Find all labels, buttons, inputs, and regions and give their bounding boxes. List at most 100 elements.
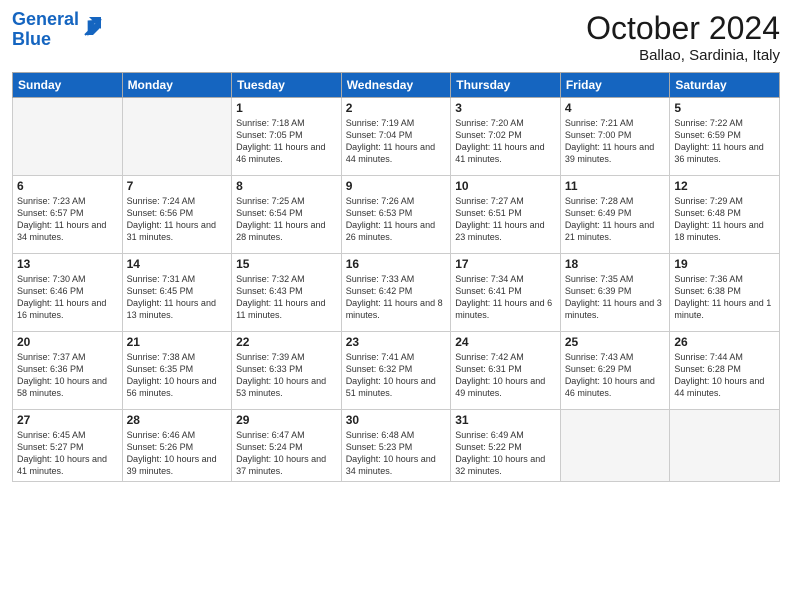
- calendar-cell: 6Sunrise: 7:23 AM Sunset: 6:57 PM Daylig…: [13, 176, 123, 254]
- day-info: Sunrise: 7:35 AM Sunset: 6:39 PM Dayligh…: [565, 273, 666, 322]
- calendar-cell: [670, 410, 780, 482]
- th-saturday: Saturday: [670, 73, 780, 98]
- calendar-cell: 8Sunrise: 7:25 AM Sunset: 6:54 PM Daylig…: [232, 176, 342, 254]
- calendar-cell: 17 Sunrise: 7:34 AM Sunset: 6:41 PM Dayli…: [451, 254, 561, 332]
- header: General Blue October 2024 Ballao, Sardin…: [12, 10, 780, 64]
- day-info: Sunrise: 7:36 AM Sunset: 6:38 PM Dayligh…: [674, 273, 775, 322]
- calendar-cell: 31 Sunrise: 6:49 AM Sunset: 5:22 PM Dayli…: [451, 410, 561, 482]
- calendar-cell: 29 Sunrise: 6:47 AM Sunset: 5:24 PM Dayli…: [232, 410, 342, 482]
- day-number: 17: [455, 257, 556, 271]
- day-number: 23: [346, 335, 447, 349]
- day-info: Sunrise: 7:22 AM Sunset: 6:59 PM Dayligh…: [674, 117, 775, 166]
- calendar-cell: 3 Sunrise: 7:20 AM Sunset: 7:02 PM Daylig…: [451, 98, 561, 176]
- day-number: 16: [346, 257, 447, 271]
- calendar-week-row: 1 Sunrise: 7:18 AM Sunset: 7:05 PM Daylig…: [13, 98, 780, 176]
- calendar-cell: 18 Sunrise: 7:35 AM Sunset: 6:39 PM Dayli…: [560, 254, 670, 332]
- calendar-cell: 15 Sunrise: 7:32 AM Sunset: 6:43 PM Dayli…: [232, 254, 342, 332]
- day-info: Sunrise: 7:20 AM Sunset: 7:02 PM Dayligh…: [455, 117, 556, 166]
- day-info: Sunrise: 6:47 AM Sunset: 5:24 PM Dayligh…: [236, 429, 337, 478]
- day-number: 22: [236, 335, 337, 349]
- day-info: Sunrise: 7:28 AM Sunset: 6:49 PM Dayligh…: [565, 195, 666, 244]
- day-info: Sunrise: 7:32 AM Sunset: 6:43 PM Dayligh…: [236, 273, 337, 322]
- day-number: 25: [565, 335, 666, 349]
- calendar-table: Sunday Monday Tuesday Wednesday Thursday…: [12, 72, 780, 482]
- th-thursday: Thursday: [451, 73, 561, 98]
- calendar-cell: [560, 410, 670, 482]
- day-info: Sunrise: 7:33 AM Sunset: 6:42 PM Dayligh…: [346, 273, 447, 322]
- day-info: Sunrise: 7:21 AM Sunset: 7:00 PM Dayligh…: [565, 117, 666, 166]
- th-monday: Monday: [122, 73, 232, 98]
- day-info: Sunrise: 7:27 AM Sunset: 6:51 PM Dayligh…: [455, 195, 556, 244]
- day-number: 31: [455, 413, 556, 427]
- day-info: Sunrise: 7:19 AM Sunset: 7:04 PM Dayligh…: [346, 117, 447, 166]
- calendar-cell: 4 Sunrise: 7:21 AM Sunset: 7:00 PM Daylig…: [560, 98, 670, 176]
- day-info: Sunrise: 7:37 AM Sunset: 6:36 PM Dayligh…: [17, 351, 118, 400]
- calendar-cell: 30 Sunrise: 6:48 AM Sunset: 5:23 PM Dayli…: [341, 410, 451, 482]
- logo-arrow-icon: [81, 15, 103, 37]
- day-number: 3: [455, 101, 556, 115]
- day-number: 26: [674, 335, 775, 349]
- th-sunday: Sunday: [13, 73, 123, 98]
- day-number: 1: [236, 101, 337, 115]
- day-number: 6: [17, 179, 118, 193]
- day-info: Sunrise: 6:49 AM Sunset: 5:22 PM Dayligh…: [455, 429, 556, 478]
- calendar-cell: 26Sunrise: 7:44 AM Sunset: 6:28 PM Dayli…: [670, 332, 780, 410]
- day-info: Sunrise: 7:24 AM Sunset: 6:56 PM Dayligh…: [127, 195, 228, 244]
- month-title: October 2024: [586, 10, 780, 47]
- th-friday: Friday: [560, 73, 670, 98]
- day-number: 30: [346, 413, 447, 427]
- calendar-cell: 23 Sunrise: 7:41 AM Sunset: 6:32 PM Dayli…: [341, 332, 451, 410]
- day-info: Sunrise: 7:34 AM Sunset: 6:41 PM Dayligh…: [455, 273, 556, 322]
- calendar-week-row: 6Sunrise: 7:23 AM Sunset: 6:57 PM Daylig…: [13, 176, 780, 254]
- day-number: 7: [127, 179, 228, 193]
- calendar-cell: 27 Sunrise: 6:45 AM Sunset: 5:27 PM Dayli…: [13, 410, 123, 482]
- day-number: 19: [674, 257, 775, 271]
- day-info: Sunrise: 6:46 AM Sunset: 5:26 PM Dayligh…: [127, 429, 228, 478]
- calendar-cell: 7 Sunrise: 7:24 AM Sunset: 6:56 PM Daylig…: [122, 176, 232, 254]
- day-number: 10: [455, 179, 556, 193]
- day-number: 11: [565, 179, 666, 193]
- day-info: Sunrise: 7:18 AM Sunset: 7:05 PM Dayligh…: [236, 117, 337, 166]
- day-info: Sunrise: 7:41 AM Sunset: 6:32 PM Dayligh…: [346, 351, 447, 400]
- calendar-cell: 20 Sunrise: 7:37 AM Sunset: 6:36 PM Dayli…: [13, 332, 123, 410]
- day-info: Sunrise: 7:29 AM Sunset: 6:48 PM Dayligh…: [674, 195, 775, 244]
- day-number: 14: [127, 257, 228, 271]
- calendar-cell: 9 Sunrise: 7:26 AM Sunset: 6:53 PM Daylig…: [341, 176, 451, 254]
- day-number: 4: [565, 101, 666, 115]
- title-block: October 2024 Ballao, Sardinia, Italy: [586, 10, 780, 64]
- th-tuesday: Tuesday: [232, 73, 342, 98]
- header-row: Sunday Monday Tuesday Wednesday Thursday…: [13, 73, 780, 98]
- calendar-cell: 28Sunrise: 6:46 AM Sunset: 5:26 PM Dayli…: [122, 410, 232, 482]
- day-number: 18: [565, 257, 666, 271]
- day-number: 20: [17, 335, 118, 349]
- calendar-cell: [122, 98, 232, 176]
- day-number: 8: [236, 179, 337, 193]
- th-wednesday: Wednesday: [341, 73, 451, 98]
- day-info: Sunrise: 7:39 AM Sunset: 6:33 PM Dayligh…: [236, 351, 337, 400]
- logo: General Blue: [12, 10, 103, 50]
- calendar-week-row: 13Sunrise: 7:30 AM Sunset: 6:46 PM Dayli…: [13, 254, 780, 332]
- calendar-cell: 12 Sunrise: 7:29 AM Sunset: 6:48 PM Dayli…: [670, 176, 780, 254]
- calendar-week-row: 20 Sunrise: 7:37 AM Sunset: 6:36 PM Dayli…: [13, 332, 780, 410]
- day-info: Sunrise: 6:45 AM Sunset: 5:27 PM Dayligh…: [17, 429, 118, 478]
- day-number: 29: [236, 413, 337, 427]
- day-number: 15: [236, 257, 337, 271]
- calendar-cell: 5 Sunrise: 7:22 AM Sunset: 6:59 PM Daylig…: [670, 98, 780, 176]
- calendar-cell: [13, 98, 123, 176]
- calendar-cell: 22 Sunrise: 7:39 AM Sunset: 6:33 PM Dayli…: [232, 332, 342, 410]
- day-info: Sunrise: 7:26 AM Sunset: 6:53 PM Dayligh…: [346, 195, 447, 244]
- day-number: 12: [674, 179, 775, 193]
- day-number: 21: [127, 335, 228, 349]
- day-number: 24: [455, 335, 556, 349]
- day-number: 9: [346, 179, 447, 193]
- day-number: 27: [17, 413, 118, 427]
- calendar-cell: 21Sunrise: 7:38 AM Sunset: 6:35 PM Dayli…: [122, 332, 232, 410]
- day-info: Sunrise: 6:48 AM Sunset: 5:23 PM Dayligh…: [346, 429, 447, 478]
- day-info: Sunrise: 7:30 AM Sunset: 6:46 PM Dayligh…: [17, 273, 118, 322]
- calendar-cell: 1 Sunrise: 7:18 AM Sunset: 7:05 PM Daylig…: [232, 98, 342, 176]
- logo-text: General Blue: [12, 10, 79, 50]
- calendar-cell: 2Sunrise: 7:19 AM Sunset: 7:04 PM Daylig…: [341, 98, 451, 176]
- calendar-cell: 11 Sunrise: 7:28 AM Sunset: 6:49 PM Dayli…: [560, 176, 670, 254]
- day-number: 5: [674, 101, 775, 115]
- calendar-cell: 16 Sunrise: 7:33 AM Sunset: 6:42 PM Dayli…: [341, 254, 451, 332]
